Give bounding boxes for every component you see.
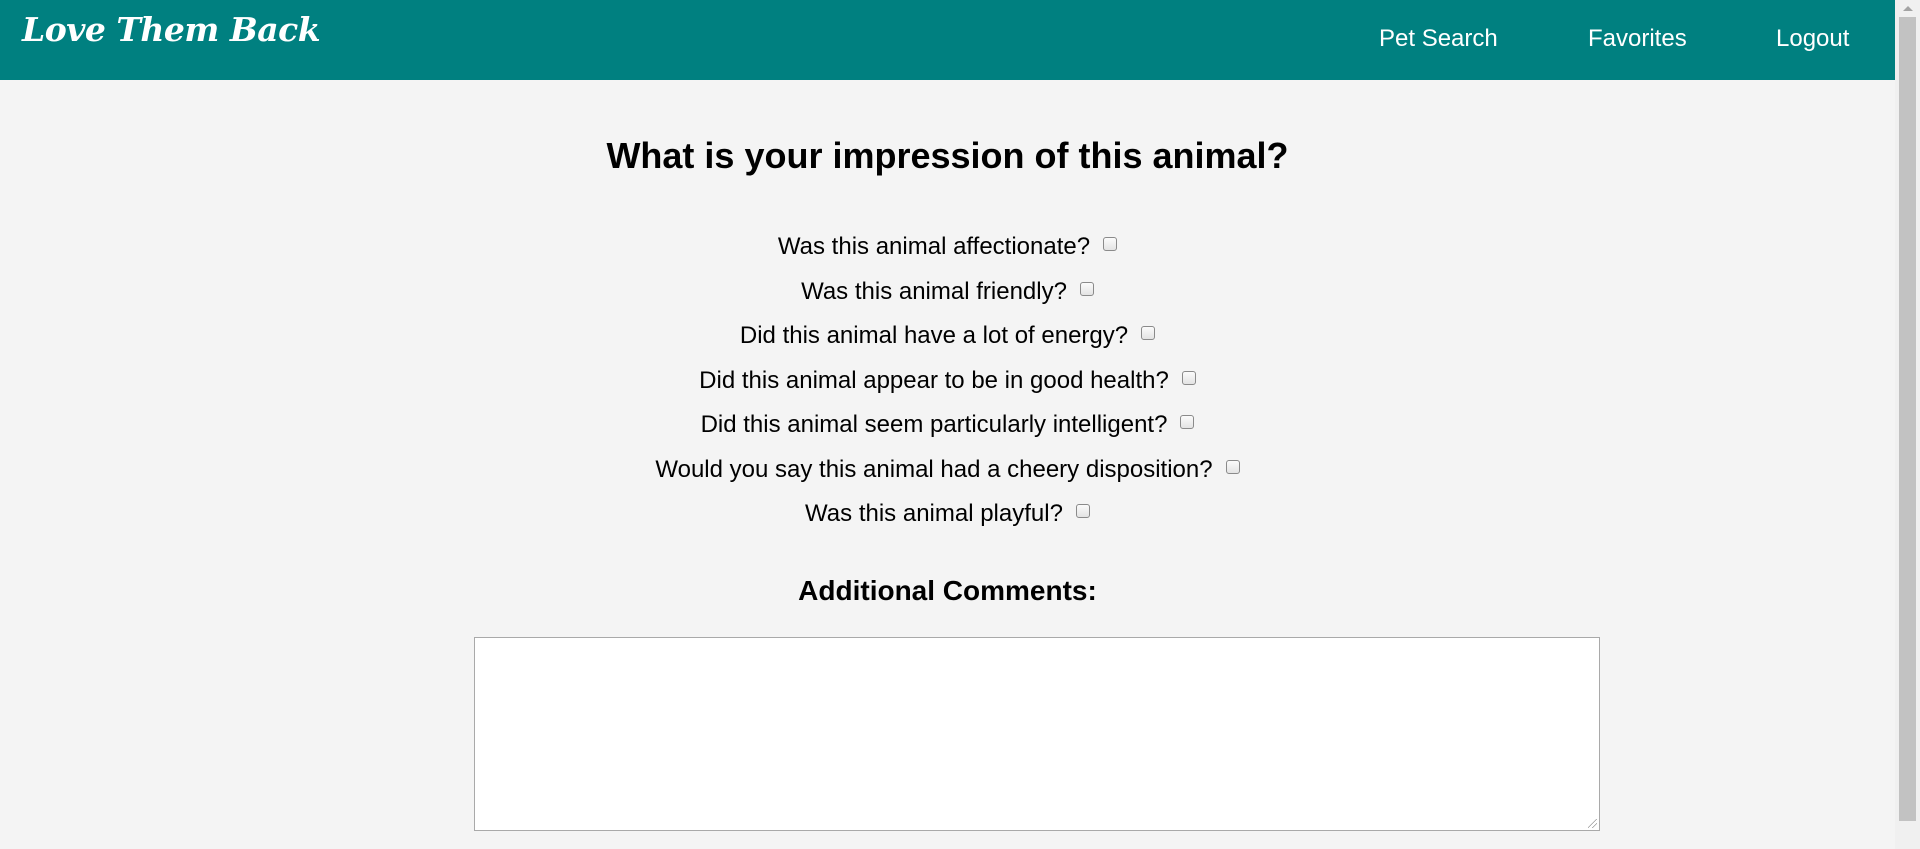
scroll-up-arrow-icon[interactable]: [1895, 0, 1920, 16]
question-row-health: Did this animal appear to be in good hea…: [0, 364, 1895, 409]
question-label: Did this animal appear to be in good hea…: [699, 366, 1169, 394]
health-checkbox[interactable]: [1181, 370, 1196, 385]
question-label: Was this animal playful?: [805, 500, 1063, 527]
question-label: Was this animal affectionate?: [777, 233, 1091, 260]
question-row-cheery: Would you say this animal had a cheery d…: [0, 453, 1895, 498]
nav-logout-link[interactable]: Logout: [1776, 24, 1849, 54]
brand-logo[interactable]: Love Them Back: [22, 8, 321, 52]
friendly-checkbox[interactable]: [1079, 281, 1094, 296]
top-navbar: Love Them Back Pet Search Favorites Logo…: [0, 0, 1895, 80]
scrollbar-thumb[interactable]: [1899, 17, 1916, 821]
question-row-intelligent: Did this animal seem particularly intell…: [0, 408, 1895, 453]
question-label: Did this animal seem particularly intell…: [700, 411, 1168, 438]
impression-form: What is your impression of this animal? …: [0, 80, 1895, 849]
question-row-affectionate: Was this animal affectionate?: [0, 230, 1895, 275]
energy-checkbox[interactable]: [1141, 326, 1156, 340]
comments-textarea[interactable]: [474, 637, 1600, 831]
question-label: Did this animal have a lot of energy?: [739, 322, 1129, 349]
question-row-playful: Was this animal playful?: [0, 497, 1895, 542]
resize-grip-icon[interactable]: [1588, 819, 1597, 828]
question-row-friendly: Was this animal friendly?: [0, 275, 1895, 320]
question-list: Was this animal affectionate? Was this a…: [0, 230, 1895, 542]
question-label: Would you say this animal had a cheery d…: [655, 455, 1213, 483]
question-row-energy: Did this animal have a lot of energy?: [0, 319, 1895, 364]
page-title: What is your impression of this animal?: [606, 135, 1289, 176]
playful-checkbox[interactable]: [1075, 504, 1090, 518]
cheery-checkbox[interactable]: [1225, 459, 1240, 474]
question-label: Was this animal friendly?: [801, 277, 1067, 305]
nav-pet-search-link[interactable]: Pet Search: [1379, 24, 1498, 54]
affectionate-checkbox[interactable]: [1103, 237, 1118, 251]
comments-heading: Additional Comments:: [798, 575, 1097, 606]
nav-favorites-link[interactable]: Favorites: [1588, 24, 1687, 54]
intelligent-checkbox[interactable]: [1180, 415, 1195, 429]
page-scrollbar[interactable]: [1895, 0, 1920, 849]
